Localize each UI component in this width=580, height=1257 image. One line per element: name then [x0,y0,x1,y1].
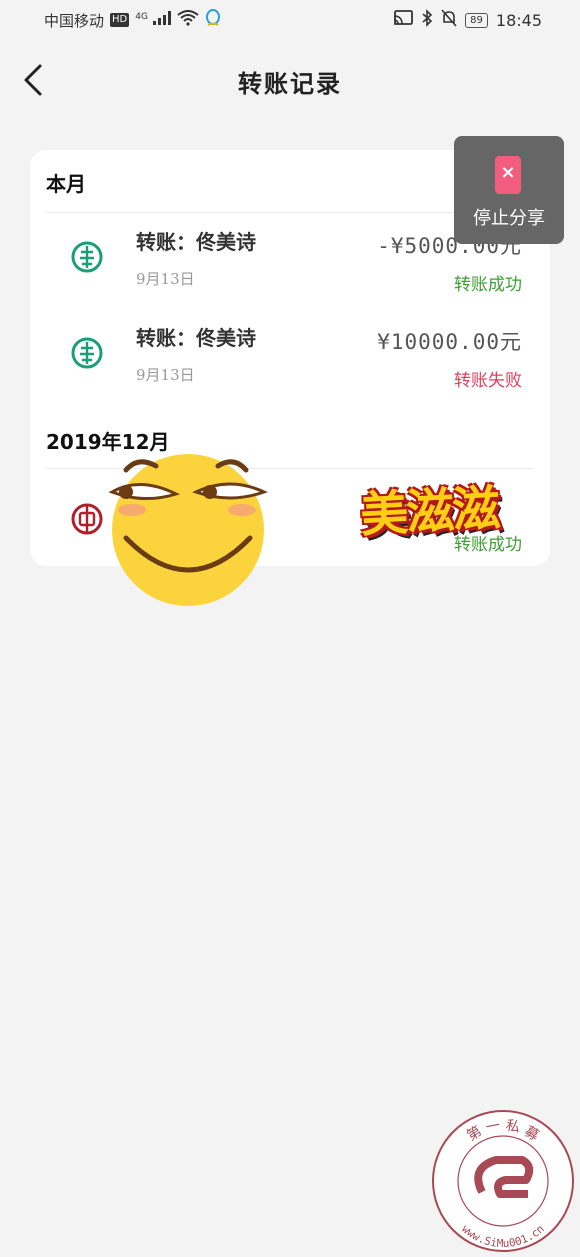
abc-bank-icon [71,337,103,369]
status-right: 89 18:45 [393,9,542,31]
hd-badge: HD [110,13,130,27]
wifi-icon [177,10,199,30]
mute-bell-icon [441,9,457,31]
record-row[interactable]: 转账：佟美诗 9月13日 ¥10000.00元 转账失败 [30,308,550,404]
record-date: 9月13日 [136,270,195,288]
battery-indicator: 89 [465,12,488,28]
record-amount: ¥10000.00元 [377,330,522,354]
network-type: 4G [135,12,148,22]
smirk-emoji-sticker [108,454,268,606]
record-name: 转账：佟美诗 [136,230,256,254]
meizizi-text-sticker: 美滋滋 [358,480,500,544]
stop-share-label: 停止分享 [473,208,545,229]
record-status: 转账失败 [454,371,522,391]
simu-watermark-logo: 第 一 私 募 www.SiMu001.cn [432,1110,574,1252]
stop-share-button[interactable]: 停止分享 [454,136,564,244]
record-date: 9月13日 [136,366,195,384]
record-status: 转账成功 [454,275,522,295]
page-title: 转账记录 [238,69,342,98]
section-title-this-month: 本月 [46,172,86,196]
signal-icon: 4G [135,11,171,29]
boc-bank-icon [71,503,103,535]
status-left: 中国移动 HD 4G [44,9,221,31]
qq-icon [205,9,221,31]
cast-icon [393,10,414,30]
status-bar: 中国移动 HD 4G 89 18:45 [0,0,580,38]
abc-bank-icon [71,241,103,273]
bluetooth-icon [421,9,433,31]
record-name: 转账：佟美诗 [136,326,256,350]
carrier-label: 中国移动 [44,11,105,30]
stop-screen-share-icon [495,156,521,194]
clock: 18:45 [495,10,542,30]
nav-header: 转账记录 [0,50,580,110]
